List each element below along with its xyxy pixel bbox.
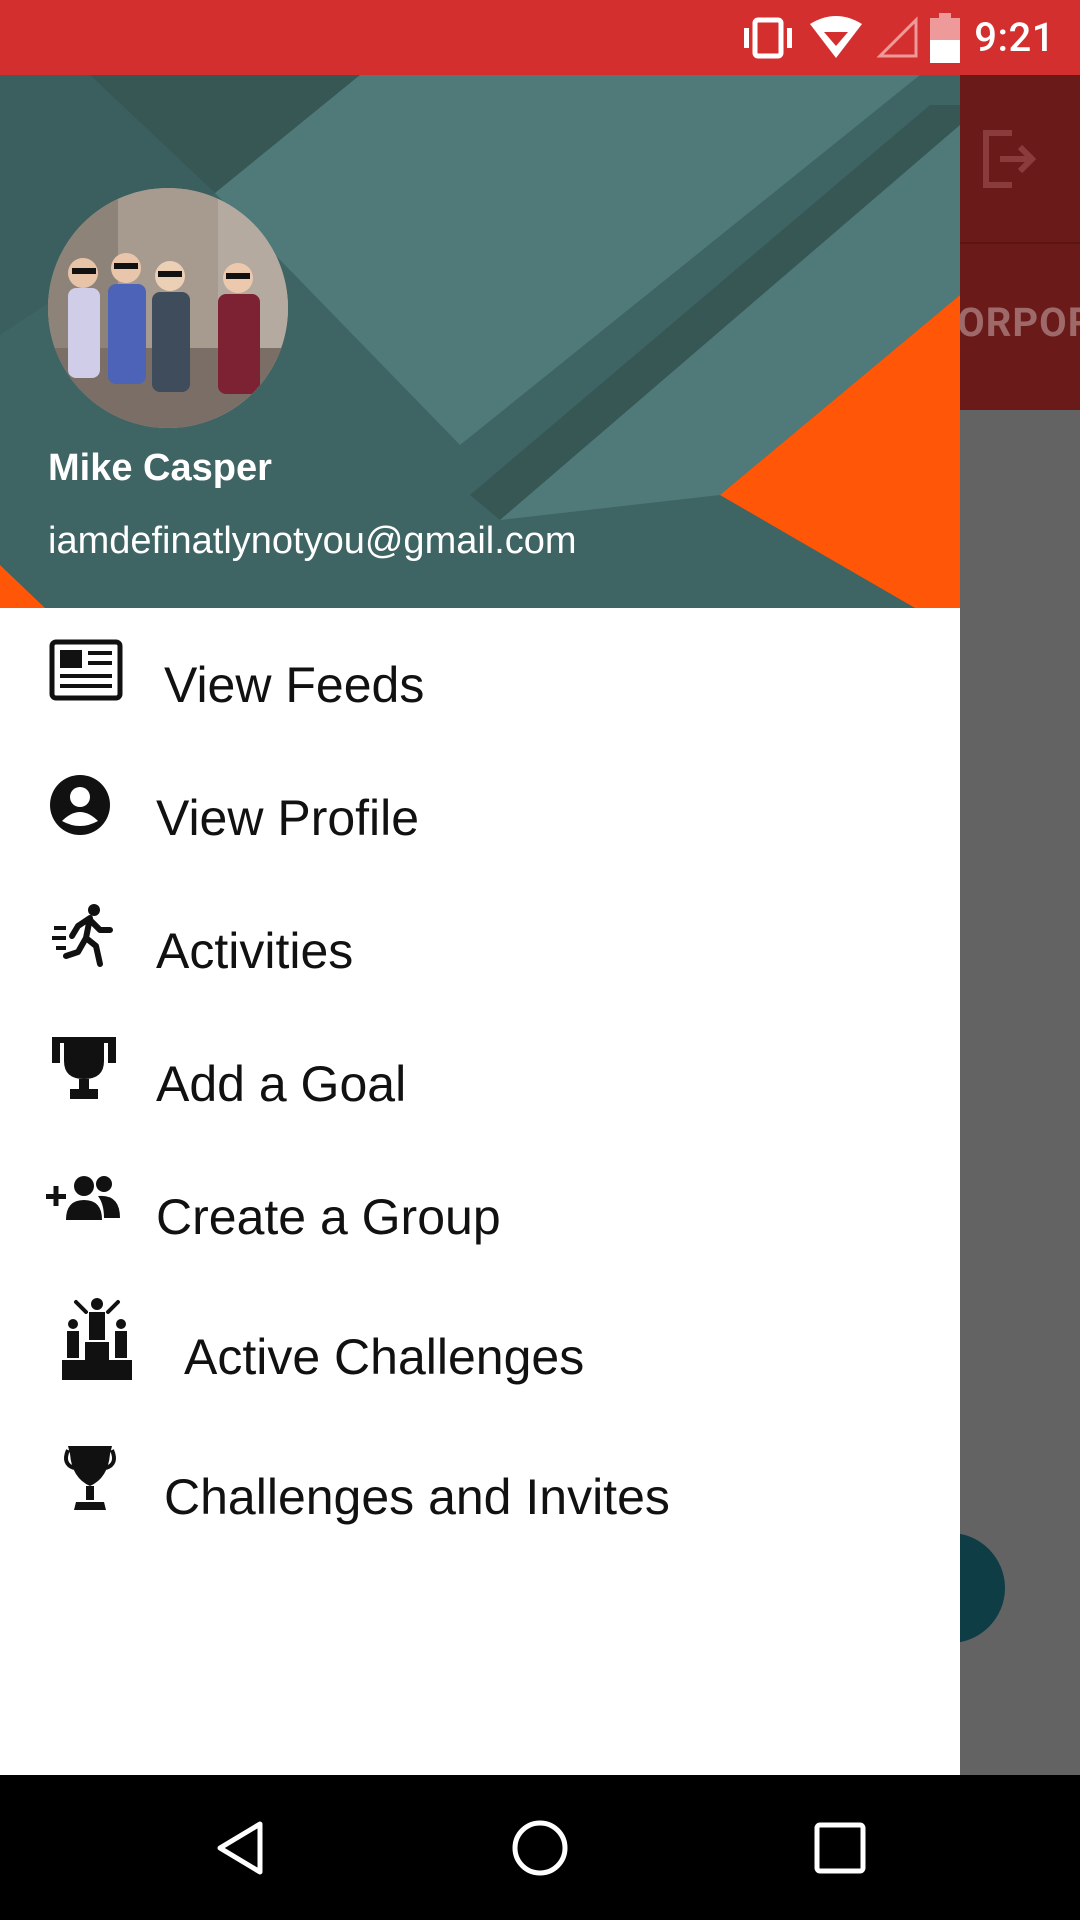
recents-icon[interactable]	[800, 1775, 880, 1920]
menu-item-view-profile[interactable]: View Profile	[0, 761, 960, 881]
user-email: iamdefinatlynotyou@gmail.com	[48, 520, 577, 562]
menu-item-label: Challenges and Invites	[164, 1469, 670, 1525]
status-bar: 9:21	[0, 0, 1080, 75]
status-time: 9:21	[974, 14, 1055, 61]
home-icon[interactable]	[500, 1775, 580, 1920]
menu-item-challenges-and-invites[interactable]: Challenges and Invites	[0, 1438, 960, 1558]
battery-icon	[930, 12, 961, 63]
menu-item-label: View Profile	[156, 790, 420, 846]
trophy-icon	[52, 1035, 116, 1105]
wifi-icon	[808, 15, 864, 60]
back-icon[interactable]	[200, 1775, 280, 1920]
menu-item-label: View Feeds	[164, 657, 425, 713]
logout-icon[interactable]	[976, 127, 1040, 195]
newspaper-icon	[48, 638, 124, 706]
running-person-icon	[52, 902, 116, 976]
menu-item-label: Create a Group	[156, 1189, 501, 1245]
menu-item-activities[interactable]: Activities	[0, 894, 960, 1014]
menu-item-label: Active Challenges	[184, 1329, 585, 1385]
vibrate-icon	[740, 16, 796, 60]
user-name: Mike Casper	[48, 447, 272, 489]
menu-item-add-a-goal[interactable]: Add a Goal	[0, 1027, 960, 1147]
account-circle-icon	[48, 773, 112, 841]
navigation-bar	[0, 1775, 1080, 1920]
podium-icon	[58, 1298, 136, 1386]
menu-item-label: Add a Goal	[156, 1056, 407, 1112]
add-group-icon	[46, 1174, 122, 1228]
menu-item-label: Activities	[156, 923, 354, 979]
menu-item-create-a-group[interactable]: Create a Group	[0, 1160, 960, 1280]
menu-item-active-challenges[interactable]: Active Challenges	[0, 1298, 960, 1418]
cell-signal-icon	[876, 15, 920, 60]
drawer-header: Mike Casper iamdefinatlynotyou@gmail.com	[0, 75, 960, 608]
menu-item-view-feeds[interactable]: View Feeds	[0, 628, 960, 748]
avatar[interactable]	[48, 188, 288, 428]
cup-icon	[62, 1442, 118, 1518]
navigation-drawer: Mike Casper iamdefinatlynotyou@gmail.com…	[0, 75, 960, 1775]
